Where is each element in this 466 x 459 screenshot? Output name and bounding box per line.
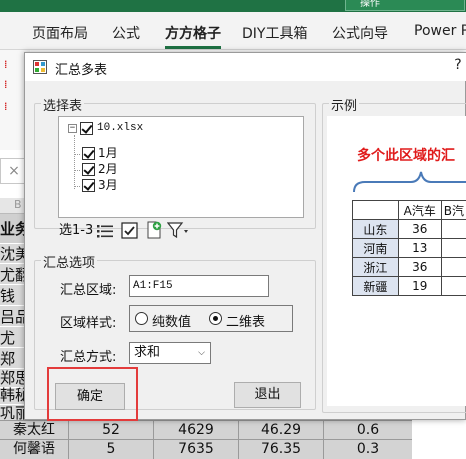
example-preview: 多个此区域的汇 A汽车 B汽 山东 36 河南 13 浙江 36 新疆 19 [327,116,466,406]
group-label: 示例 [329,95,360,114]
radio-2d-table[interactable] [209,312,222,325]
cell[interactable]: 尤翻 [0,266,24,285]
cell[interactable]: 韩秘 [0,386,24,405]
table-cell: A汽车 [397,200,442,220]
cell[interactable]: 尤 [0,329,24,348]
table-cell [440,257,466,277]
checkbox-sheet-1[interactable] [82,147,95,160]
check-all-icon[interactable] [121,222,138,239]
method-label: 汇总方式: [60,350,117,365]
ribbon-tab-bar: 页面布局 公式 方方格子 DIY工具箱 公式向导 Power Pi [0,12,466,50]
group-label: 汇总选项 [41,252,98,271]
app-icon [33,60,47,74]
tab-formulas[interactable]: 公式 [112,23,140,43]
table-row: 秦太红 52 4629 46.29 0.6 [0,420,412,440]
cell[interactable]: 业务 [0,214,24,244]
tab-diy-toolbox[interactable]: DIY工具箱 [242,23,307,43]
table-cell: 河南 [352,238,399,258]
range-input[interactable]: A1:F15 [129,275,269,297]
cell[interactable]: 吕品 [0,308,24,327]
table-cell: 新疆 [352,276,399,296]
tree-item-sheet-2[interactable]: 2月 [98,162,118,176]
cell[interactable]: 沈美 [0,245,24,264]
table-cell: B汽 [440,200,466,220]
ribbon-tool-icon[interactable]: ⁞ [4,100,24,114]
sheet-bottom-rows: 秦太红 52 4629 46.29 0.6 何馨语 5 7635 76.35 0… [0,420,412,459]
cell[interactable]: 郑 [0,350,24,369]
ribbon-tool-icon[interactable]: ⁞ [4,58,24,72]
table-row: 浙江 36 [352,257,466,277]
cell[interactable]: 4629 [153,421,238,440]
radio-plain-values-label[interactable]: 纯数值 [152,311,191,330]
dialog-title: 汇总多表 [55,63,108,78]
help-button[interactable]: ? [451,57,465,77]
operations-button[interactable]: 操作 [345,0,465,11]
method-select[interactable]: 求和 ⌵ [129,342,211,364]
brace-graphic [353,171,466,193]
radio-2d-table-label[interactable]: 二维表 [226,311,265,330]
range-label: 汇总区域: [60,283,117,298]
table-row: 新疆 19 [352,276,466,296]
chevron-down-icon: ⌵ [198,348,205,358]
table-row: 何馨语 5 7635 76.35 0.3 [0,439,412,459]
cell[interactable]: 76.35 [238,440,323,459]
group-label: 选择表 [41,95,85,114]
table-cell: 13 [397,238,442,258]
sheet-column-a: 业务 沈美 尤翻 钱 吕品 尤 郑 郑思 韩秘 巩丽 [0,214,24,424]
tab-fangfang-gezi[interactable]: 方方格子 [165,23,221,49]
sheet-empty-area[interactable] [412,424,466,459]
table-cell: 浙江 [352,257,399,277]
radio-plain-values[interactable] [135,312,148,325]
table-row: 河南 13 [352,238,466,258]
cell[interactable]: 0.3 [323,440,412,459]
dialog-title-bar: 汇总多表 ? [25,53,466,81]
table-cell: 36 [397,257,442,277]
summary-multi-sheet-dialog: 汇总多表 ? 选择表 − 10.xlsx 1月 2月 3月 选1-3 汇总选项 … [24,52,466,421]
exit-button[interactable]: 退出 [234,382,301,408]
cell[interactable]: 46.29 [238,421,323,440]
collapse-icon[interactable]: − [68,124,77,133]
table-cell [440,276,466,296]
cell[interactable]: 何馨语 [0,440,68,459]
table-cell [352,200,399,220]
cell[interactable]: 秦太红 [0,421,68,440]
checkbox-workbook[interactable] [80,122,93,135]
table-cell [440,219,466,239]
checkbox-sheet-2[interactable] [82,163,95,176]
style-label: 区域样式: [60,316,117,331]
list-icon[interactable] [96,223,114,239]
cell[interactable]: 5 [68,440,153,459]
table-row: A汽车 B汽 [352,200,466,220]
tree-item-workbook[interactable]: 10.xlsx [97,121,143,135]
table-cell: 19 [397,276,442,296]
table-cell [440,238,466,258]
cell[interactable]: 52 [68,421,153,440]
tab-power-pivot[interactable]: Power Pi [414,23,466,39]
cell[interactable]: 7635 [153,440,238,459]
method-select-value: 求和 [134,345,161,360]
cell[interactable]: 0.6 [323,421,412,440]
add-file-icon[interactable] [145,221,163,239]
example-table: A汽车 B汽 山东 36 河南 13 浙江 36 新疆 19 [352,200,466,296]
tab-page-layout[interactable]: 页面布局 [32,23,88,43]
tab-formula-wizard[interactable]: 公式向导 [332,23,388,43]
table-row: 山东 36 [352,219,466,239]
table-cell: 山东 [352,219,399,239]
ribbon-tool-icon[interactable]: ⁞ [4,78,24,92]
checkbox-sheet-3[interactable] [82,179,95,192]
tree-item-sheet-3[interactable]: 3月 [98,178,118,192]
filter-icon[interactable] [167,222,189,239]
example-title: 多个此区域的汇 [357,148,455,164]
excel-title-bar: 操作 [0,0,466,12]
style-radio-group: 纯数值 二维表 [129,305,293,332]
tree-item-sheet-1[interactable]: 1月 [98,146,118,160]
cell[interactable]: 钱 [0,287,24,306]
table-cell: 36 [397,219,442,239]
selection-summary: 选1-3 [59,223,94,238]
highlight-box [47,367,138,421]
sheet-tree[interactable]: − 10.xlsx 1月 2月 3月 [58,116,304,218]
